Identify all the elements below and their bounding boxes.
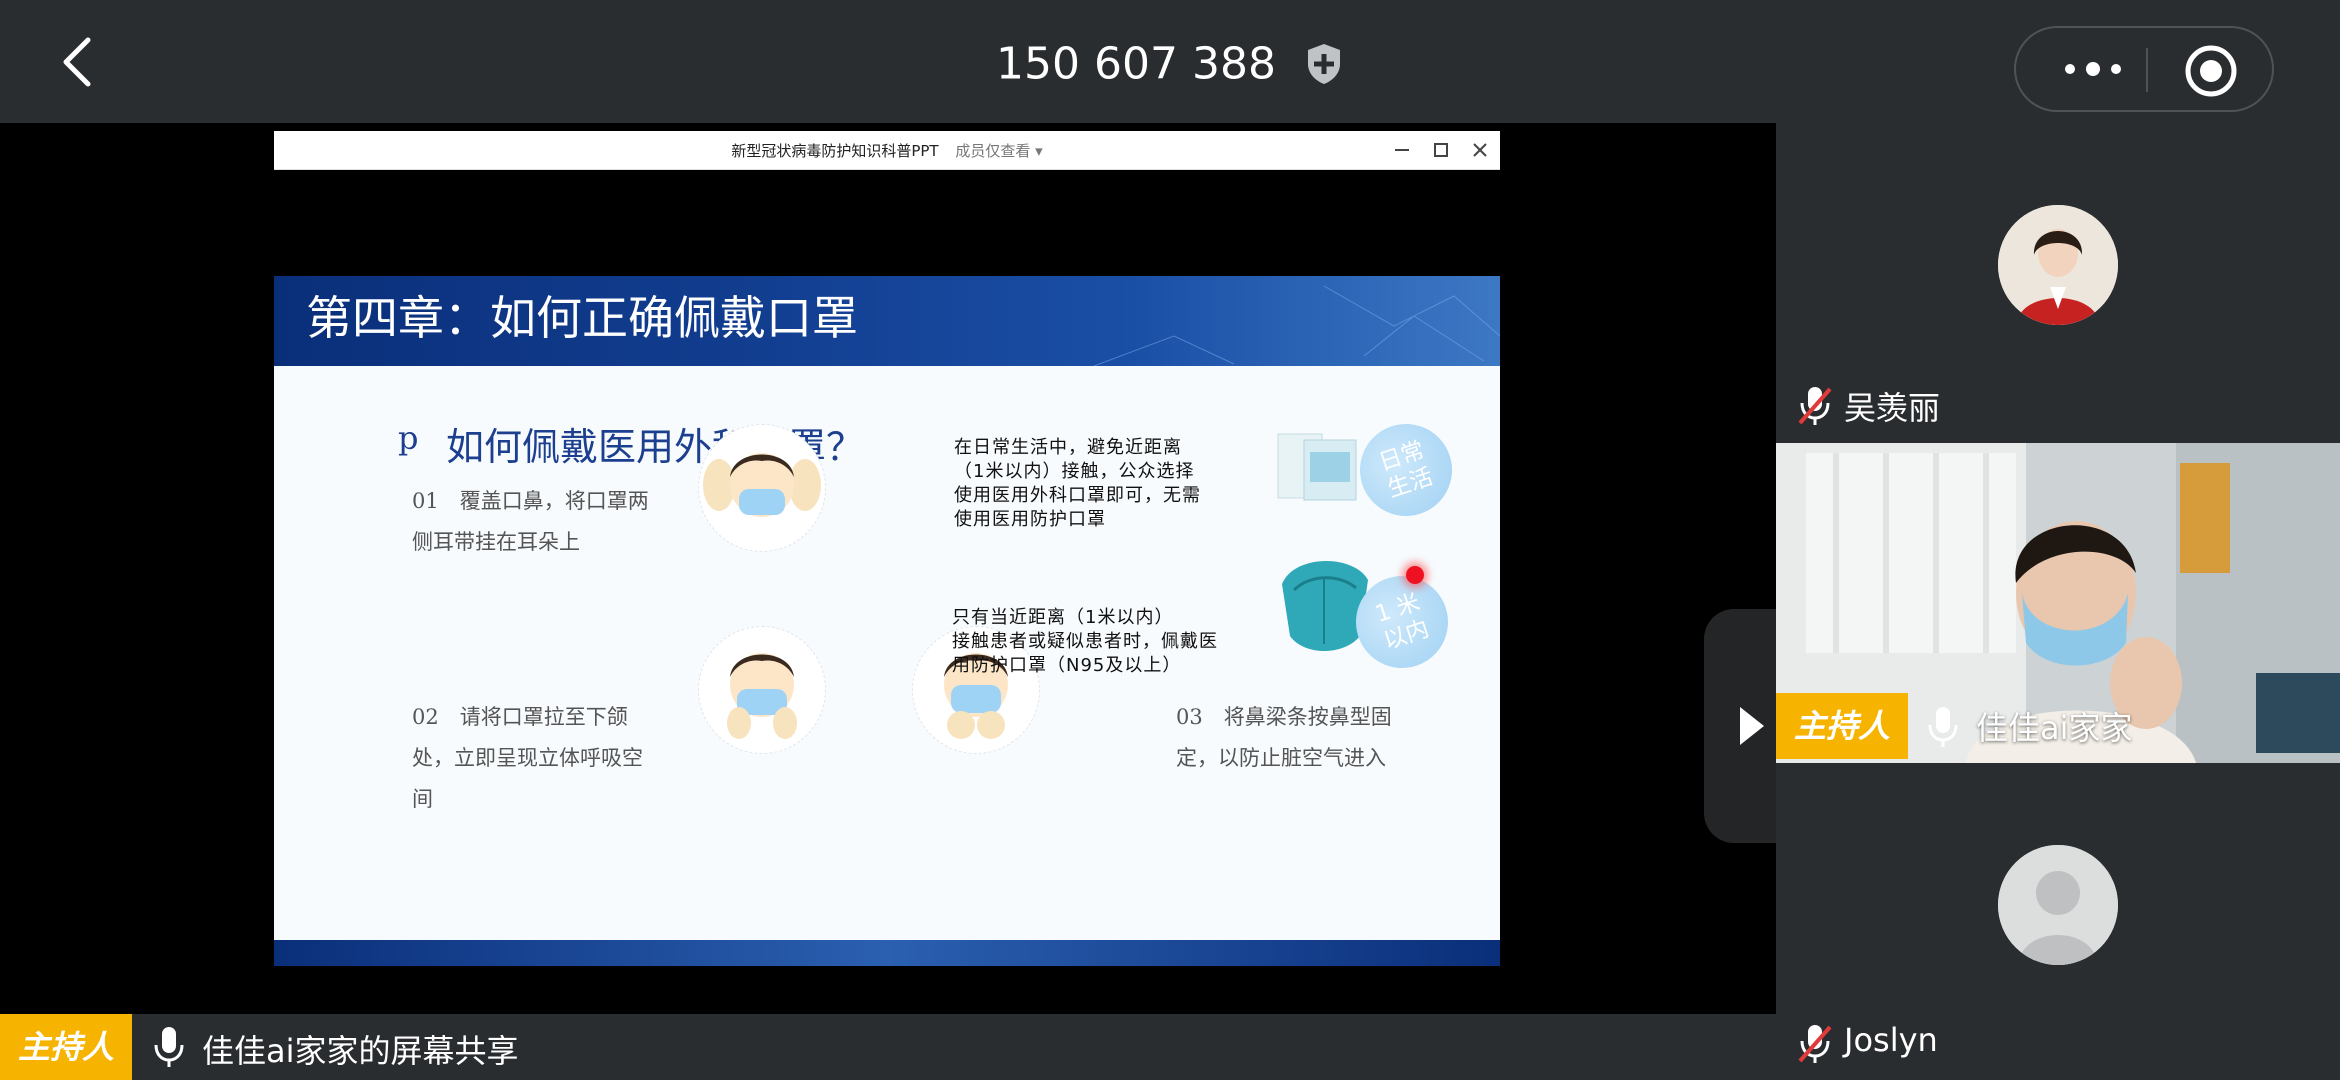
laser-pointer-dot	[1406, 566, 1424, 584]
ppt-titlebar: 新型冠状病毒防护知识科普PPT 成员仅查看 ▾	[274, 131, 1500, 170]
tip-1-line-3: 使用医用外科口罩即可，无需	[954, 485, 1201, 506]
slide-footer-bar	[274, 940, 1500, 966]
participants-panel: 吴羡丽 主持人 佳佳ai家家 Joslyn	[1776, 123, 2340, 1080]
close-button[interactable]	[1468, 138, 1492, 162]
screen-share-label: 佳佳ai家家的屏幕共享	[202, 1032, 519, 1070]
pill-divider	[2146, 48, 2148, 92]
top-bar: 150 607 388	[0, 0, 2340, 123]
ppt-title: 新型冠状病毒防护知识科普PPT 成员仅查看 ▾	[274, 140, 1500, 161]
tip-1-line-2: （1米以内）接触，公众选择	[954, 461, 1195, 482]
share-status-bar: 主持人 佳佳ai家家的屏幕共享	[0, 1014, 1776, 1080]
host-badge: 主持人	[0, 1014, 132, 1080]
host-badge: 主持人	[1776, 693, 1908, 759]
participant-name: 吴羡丽	[1844, 389, 1941, 427]
step-03-line-2: 定，以防止脏空气进入	[1176, 746, 1386, 770]
more-dots-icon	[2065, 62, 2121, 76]
record-icon	[2185, 45, 2237, 97]
step-03-text: 03 将鼻梁条按鼻型固 定，以防止脏空气进入	[1176, 697, 1392, 779]
top-actions-pill	[2014, 26, 2274, 112]
step-01-text: 01 覆盖口鼻，将口罩两 侧耳带挂在耳朵上	[412, 481, 649, 563]
tip-2-line-3: 用防护口罩（N95及以上）	[952, 655, 1182, 676]
microphone-icon	[1928, 707, 1958, 747]
participant-tile-1[interactable]: 吴羡丽	[1776, 123, 2340, 443]
step-02-line-3: 间	[412, 787, 433, 811]
tip-1-line-4: 使用医用防护口罩	[954, 509, 1106, 530]
shared-screen[interactable]: 新型冠状病毒防护知识科普PPT 成员仅查看 ▾ 第四章：如何正确佩戴口罩 p 如…	[0, 123, 1796, 1014]
tip-2-line-1: 只有当近距离（1米以内）	[952, 607, 1174, 628]
record-button[interactable]	[2184, 44, 2238, 98]
slide-heading: 第四章：如何正确佩戴口罩	[306, 291, 858, 345]
step-02-text: 02 请将口罩拉至下颌 处，立即呈现立体呼吸空 间	[412, 697, 643, 820]
tip-daily-life: 在日常生活中，避免近距离 （1米以内）接触，公众选择 使用医用外科口罩即可，无需…	[954, 436, 1201, 532]
slide: 第四章：如何正确佩戴口罩 p 如何佩戴医用外科口罩？ 01 覆盖口鼻，将口罩两 …	[274, 276, 1500, 966]
slide-header: 第四章：如何正确佩戴口罩	[274, 276, 1500, 366]
tip-1-line-1: 在日常生活中，避免近距离	[954, 437, 1182, 458]
participant-tile-2-video[interactable]: 主持人 佳佳ai家家	[1776, 443, 2340, 763]
ppt-filename: 新型冠状病毒防护知识科普PPT	[731, 142, 939, 160]
meeting-id-title[interactable]: 150 607 388	[0, 36, 2340, 90]
mic-muted-icon	[1798, 387, 1832, 425]
step-02-line-1: 02 请将口罩拉至下颌	[412, 705, 628, 729]
tip-2-line-2: 接触患者或疑似患者时，佩戴医	[952, 631, 1218, 652]
badge-daily-life: 日常 生活	[1348, 412, 1464, 528]
participant-name: Joslyn	[1844, 1021, 1938, 1059]
ppt-window: 新型冠状病毒防护知识科普PPT 成员仅查看 ▾ 第四章：如何正确佩戴口罩 p 如…	[274, 131, 1500, 967]
avatar	[1998, 845, 2118, 965]
microphone-icon	[154, 1027, 184, 1067]
minimize-button[interactable]	[1390, 138, 1414, 162]
view-mode-dropdown[interactable]: 成员仅查看 ▾	[955, 142, 1042, 160]
step-03-line-1: 03 将鼻梁条按鼻型固	[1176, 705, 1392, 729]
more-button[interactable]	[2058, 46, 2128, 92]
mask-chin-illustration-1	[698, 626, 826, 754]
avatar	[1998, 205, 2118, 325]
tip-close-contact: 只有当近距离（1米以内） 接触患者或疑似患者时，佩戴医 用防护口罩（N95及以上…	[952, 606, 1218, 678]
minimize-icon	[1395, 149, 1409, 151]
close-icon	[1473, 143, 1487, 157]
mask-ears-illustration	[698, 424, 826, 552]
participant-name: 佳佳ai家家	[1976, 709, 2133, 747]
step-01-line-1: 01 覆盖口鼻，将口罩两	[412, 489, 649, 513]
meeting-id: 150 607 388	[996, 38, 1276, 90]
maximize-button[interactable]	[1429, 138, 1453, 162]
surgical-mask-box-image	[1274, 426, 1360, 516]
step-01-line-2: 侧耳带挂在耳朵上	[412, 530, 580, 554]
bullet-marker: p	[398, 419, 419, 457]
mic-muted-icon	[1798, 1025, 1832, 1063]
shield-plus-icon	[1307, 44, 1340, 84]
participant-tile-3[interactable]: Joslyn	[1776, 763, 2340, 1080]
maximize-icon	[1434, 143, 1448, 157]
step-02-line-2: 处，立即呈现立体呼吸空	[412, 746, 643, 770]
